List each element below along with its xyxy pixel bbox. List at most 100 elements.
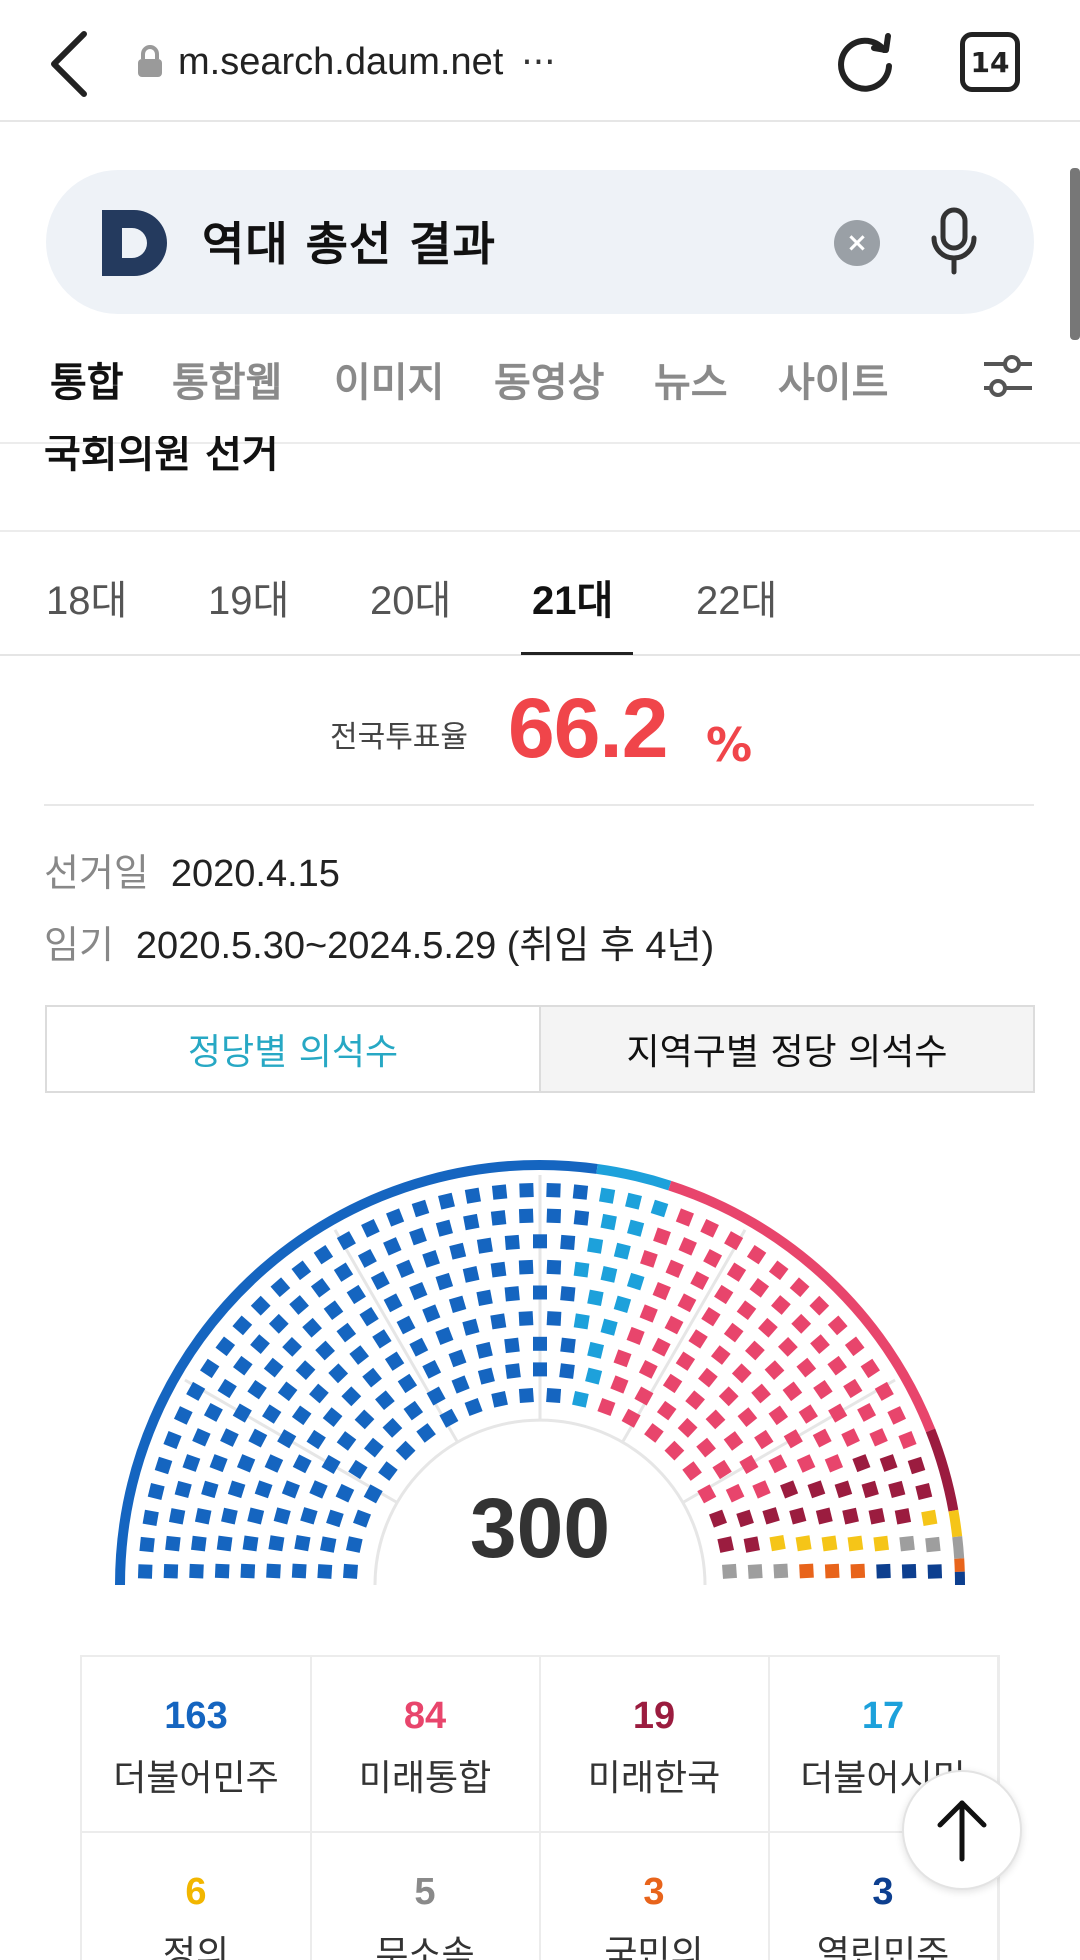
seat-mark <box>209 1454 228 1473</box>
tab-web[interactable]: 통합웹 <box>172 350 282 408</box>
address-bar[interactable]: m.search.daum.net ··· <box>136 36 556 88</box>
seat-mark <box>357 1248 377 1268</box>
seat-mark <box>762 1507 780 1525</box>
seat-mark <box>533 1336 547 1351</box>
microphone-icon[interactable] <box>928 206 980 278</box>
seat-mark <box>625 1192 642 1210</box>
tab-18th[interactable]: 18대 <box>46 568 127 626</box>
seat-mark <box>490 1210 507 1226</box>
seat-mark <box>639 1304 658 1323</box>
party-seat-count: 17 <box>861 1695 905 1737</box>
term-value: 2020.5.30~2024.5.29 (취임 후 4년) <box>135 925 715 967</box>
seat-mark <box>809 1295 830 1316</box>
seat-mark <box>359 1307 379 1327</box>
scroll-to-top-button[interactable] <box>902 1770 1022 1890</box>
party-result-cell[interactable]: 19 미래한국 <box>540 1657 770 1833</box>
seat-mark <box>186 1381 206 1401</box>
arrow-up-icon <box>937 1800 987 1862</box>
seat-mark <box>546 1208 562 1224</box>
clear-search-icon[interactable]: × <box>834 220 880 266</box>
party-result-cell[interactable]: 163 더불어민주 <box>82 1657 312 1833</box>
seat-mark <box>782 1381 803 1402</box>
search-box[interactable]: 역대 총선 결과 × <box>46 170 1034 314</box>
tab-21st[interactable]: 21대 <box>532 568 613 626</box>
seat-mark <box>821 1535 838 1552</box>
seat-mark <box>718 1386 739 1407</box>
seat-mark <box>323 1300 344 1321</box>
seat-mark <box>703 1248 723 1268</box>
seat-mark <box>354 1409 375 1430</box>
seat-mark <box>326 1509 344 1528</box>
party-result-cell[interactable]: 84 미래통합 <box>311 1657 541 1833</box>
seat-mark <box>361 1218 380 1238</box>
seat-mark <box>736 1300 757 1321</box>
page-scrollbar[interactable] <box>1070 168 1080 340</box>
party-result-cell[interactable]: 6 정의 <box>82 1833 312 1960</box>
seat-mark <box>328 1363 349 1384</box>
seat-mark <box>345 1536 363 1553</box>
seat-mark <box>799 1563 814 1579</box>
election-tabs: 18대 19대 20대 21대 22대 <box>0 532 1080 656</box>
seat-mark <box>754 1429 774 1450</box>
tab-22nd[interactable]: 22대 <box>696 568 777 626</box>
seat-mark <box>168 1508 186 1525</box>
seat-mark <box>656 1400 677 1421</box>
seat-mark <box>336 1431 357 1451</box>
seat-mark <box>216 1535 233 1552</box>
seat-mark <box>722 1563 737 1579</box>
tab-19th[interactable]: 19대 <box>208 568 289 626</box>
seat-mark <box>812 1428 832 1448</box>
seat-mark <box>651 1337 671 1357</box>
seat-mark <box>268 1535 285 1552</box>
party-seat-count: 19 <box>632 1695 676 1737</box>
seat-mark <box>254 1480 273 1499</box>
seat-mark <box>320 1536 337 1553</box>
seat-mark <box>263 1357 284 1378</box>
seat-mark <box>778 1337 798 1357</box>
section-title: 국회의원 선거 <box>44 436 279 477</box>
seat-mark <box>573 1261 590 1278</box>
seat-mark <box>758 1317 778 1338</box>
seat-mark <box>409 1227 427 1246</box>
tab-videos[interactable]: 동영상 <box>494 350 604 408</box>
seat-mark <box>449 1242 467 1260</box>
tab-integrated[interactable]: 통합 <box>50 350 124 408</box>
daum-logo-icon <box>102 210 167 276</box>
tab-count-button[interactable]: 14 <box>960 32 1020 92</box>
seat-mark <box>572 1184 589 1200</box>
region-seats-button[interactable]: 지역구별 정당 의석수 <box>539 1007 1033 1091</box>
seat-mark <box>341 1386 362 1407</box>
seat-mark <box>783 1429 803 1449</box>
seat-mark <box>378 1461 398 1481</box>
party-name: 국민의 <box>604 1934 704 1960</box>
turnout-summary: 전국투표율 66.2 % <box>0 680 1080 780</box>
seat-mark <box>560 1337 576 1354</box>
seat-mark <box>435 1219 453 1237</box>
tab-sites[interactable]: 사이트 <box>778 350 888 408</box>
filter-settings-icon[interactable] <box>982 352 1034 402</box>
party-result-cell[interactable]: 3 국민의 <box>540 1833 770 1960</box>
seat-mark <box>352 1509 372 1528</box>
party-seats-button[interactable]: 정당별 의석수 <box>47 1007 539 1091</box>
seat-mark <box>841 1428 860 1447</box>
seat-mark <box>650 1199 669 1218</box>
seat-mark <box>281 1480 300 1499</box>
seat-mark <box>370 1271 390 1291</box>
reload-icon[interactable] <box>832 28 898 94</box>
tab-images[interactable]: 이미지 <box>334 350 444 408</box>
party-result-cell[interactable]: 5 무소속 <box>311 1833 541 1960</box>
seat-mark <box>746 1245 767 1265</box>
seat-mark <box>638 1360 658 1379</box>
seat-mark <box>613 1295 632 1313</box>
back-arrow-icon[interactable] <box>44 28 100 100</box>
turnout-value: 66.2 <box>508 681 668 775</box>
seat-mark <box>675 1208 694 1227</box>
seat-mark <box>899 1535 915 1552</box>
seat-mark <box>264 1454 284 1473</box>
seat-mark <box>705 1409 726 1430</box>
search-query-text[interactable]: 역대 총선 결과 <box>202 208 496 274</box>
seat-mark <box>291 1405 312 1426</box>
tab-news[interactable]: 뉴스 <box>654 350 728 408</box>
tab-20th[interactable]: 20대 <box>370 568 451 626</box>
seat-mark <box>834 1480 853 1499</box>
